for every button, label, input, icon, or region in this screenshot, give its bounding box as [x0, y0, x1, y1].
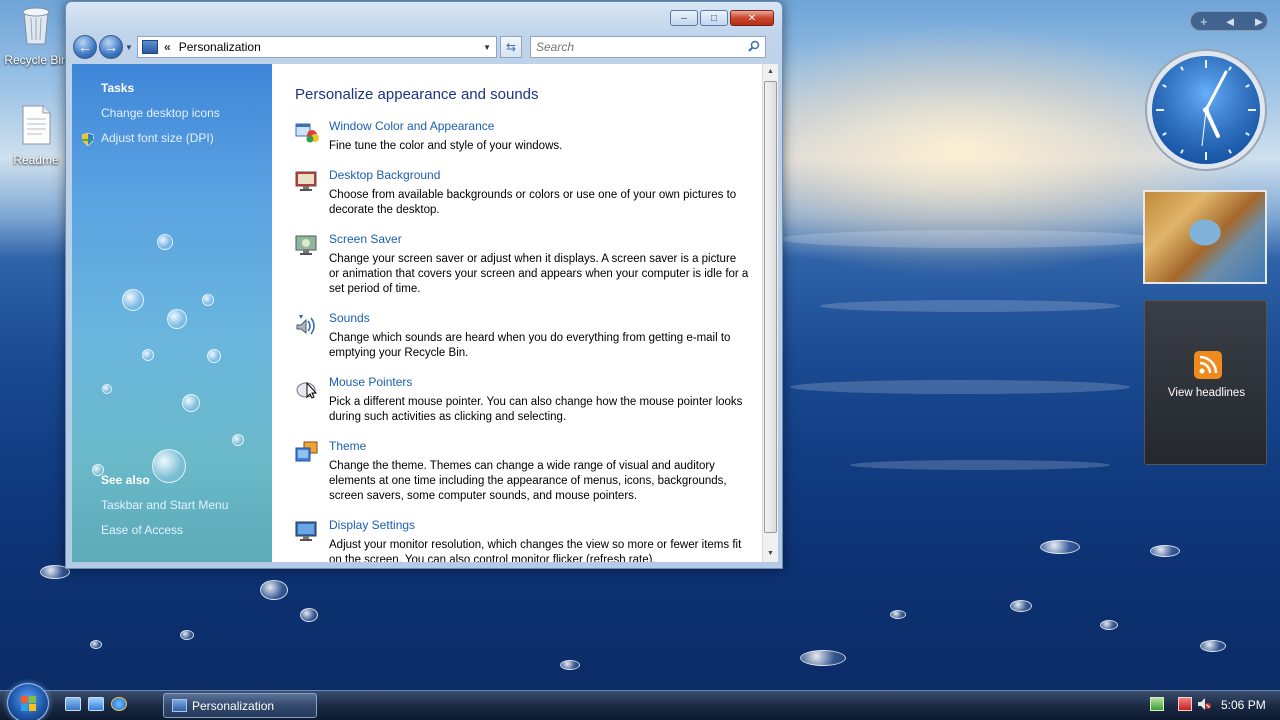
document-icon	[22, 105, 51, 145]
feed-headlines-gadget[interactable]: View headlines	[1144, 300, 1267, 465]
window-controls: – □ ✕	[670, 10, 774, 26]
scroll-thumb[interactable]	[764, 81, 777, 533]
list-item-sounds: Sounds Change which sounds are heard whe…	[295, 311, 750, 361]
address-dropdown-icon[interactable]: ▼	[483, 43, 491, 52]
recent-pages-dropdown[interactable]: ▼	[125, 43, 135, 52]
search-icon[interactable]	[748, 40, 760, 52]
item-description: Fine tune the color and style of your wi…	[329, 140, 563, 152]
item-description: Pick a different mouse pointer. You can …	[329, 396, 743, 423]
breadcrumb-personalization[interactable]: Personalization	[179, 40, 261, 54]
list-item-window-color: Window Color and Appearance Fine tune th…	[295, 119, 750, 159]
list-item-desktop-background: Desktop Background Choose from available…	[295, 168, 750, 218]
refresh-icon: ⇆	[505, 40, 517, 54]
adjust-font-size-link[interactable]: Adjust font size (DPI)	[101, 131, 214, 145]
control-panel-icon	[172, 699, 187, 712]
list-item-screen-saver: Screen Saver Change your screen saver or…	[295, 232, 750, 296]
sounds-icon	[296, 315, 315, 335]
mouse-pointers-icon	[296, 381, 318, 399]
sounds-link[interactable]: Sounds	[329, 311, 370, 325]
tasks-pane: Tasks Change desktop icons Adjust font s…	[72, 64, 272, 562]
taskbar-button-personalization[interactable]: Personalization	[163, 693, 317, 718]
screen-saver-link[interactable]: Screen Saver	[329, 232, 402, 246]
network-tray-icon[interactable]	[1150, 697, 1164, 711]
add-gadget-button[interactable]: +	[1200, 14, 1208, 29]
screen-saver-icon	[295, 235, 317, 255]
personalization-window: – □ ✕ ← → ▼ « Personalization ▼ ⇆ Search…	[65, 1, 783, 569]
item-description: Change the theme. Themes can change a wi…	[329, 460, 727, 502]
scroll-up-icon[interactable]: ▲	[767, 68, 774, 75]
rss-feed-icon	[1194, 351, 1222, 379]
sidebar-gadget-controls: + ◄ ►	[1190, 11, 1268, 31]
item-description: Change your screen saver or adjust when …	[329, 253, 749, 295]
internet-explorer-icon[interactable]	[111, 697, 127, 711]
list-item-mouse-pointers: Mouse Pointers Pick a different mouse po…	[295, 375, 750, 425]
refresh-button[interactable]: ⇆	[500, 36, 522, 58]
list-item-theme: Theme Change the theme. Themes can chang…	[295, 439, 750, 503]
desktop-icon-readme[interactable]: Readme	[1, 104, 71, 167]
previous-gadget-button[interactable]: ◄	[1224, 14, 1237, 29]
page-title: Personalize appearance and sounds	[295, 86, 539, 103]
slideshow-gadget[interactable]	[1143, 190, 1267, 284]
theme-icon	[295, 441, 318, 462]
ease-of-access-link[interactable]: Ease of Access	[101, 523, 183, 537]
change-desktop-icons-link[interactable]: Change desktop icons	[101, 106, 220, 120]
recycle-bin-icon	[22, 7, 50, 45]
breadcrumb-overflow[interactable]: «	[164, 40, 171, 54]
display-settings-link[interactable]: Display Settings	[329, 518, 415, 532]
item-description: Change which sounds are heard when you d…	[329, 332, 731, 359]
navigation-bar: ← → ▼ « Personalization ▼ ⇆	[73, 34, 774, 60]
window-color-icon	[295, 123, 319, 143]
item-description: Choose from available backgrounds or col…	[329, 189, 737, 216]
scroll-down-icon[interactable]: ▼	[767, 550, 774, 557]
taskbar-button-label: Personalization	[192, 698, 275, 713]
desktop-background-icon	[295, 171, 317, 191]
display-settings-icon	[295, 521, 317, 541]
search-input[interactable]	[536, 40, 736, 54]
desktop-background-link[interactable]: Desktop Background	[329, 168, 440, 182]
list-item-display-settings: Display Settings Adjust your monitor res…	[295, 518, 750, 562]
maximize-button[interactable]: □	[700, 10, 728, 26]
forward-button[interactable]: →	[99, 35, 123, 59]
volume-muted-icon[interactable]	[1197, 697, 1211, 711]
desktop-icon-label: Readme	[13, 153, 59, 167]
taskbar-clock[interactable]: 5:06 PM	[1221, 698, 1266, 712]
security-alert-tray-icon[interactable]	[1178, 697, 1192, 711]
back-button[interactable]: ←	[73, 35, 97, 59]
uac-shield-icon	[82, 133, 94, 146]
mouse-pointers-link[interactable]: Mouse Pointers	[329, 375, 412, 389]
minimize-button[interactable]: –	[670, 10, 698, 26]
close-button[interactable]: ✕	[730, 10, 774, 26]
view-headlines-label[interactable]: View headlines	[1145, 387, 1268, 399]
main-content: Personalize appearance and sounds Window…	[272, 64, 762, 562]
desktop-icon-label: Recycle Bin	[4, 53, 68, 67]
window-color-link[interactable]: Window Color and Appearance	[329, 119, 494, 133]
theme-link[interactable]: Theme	[329, 439, 366, 453]
taskbar-start-menu-link[interactable]: Taskbar and Start Menu	[101, 498, 228, 512]
vertical-scrollbar[interactable]: ▲ ▼	[762, 64, 778, 562]
search-box[interactable]	[530, 36, 766, 58]
address-bar[interactable]: « Personalization ▼	[137, 36, 497, 58]
windows-logo-icon	[21, 696, 36, 711]
start-button[interactable]	[7, 683, 49, 720]
show-desktop-icon[interactable]	[65, 697, 81, 711]
item-description: Adjust your monitor resolution, which ch…	[329, 539, 742, 562]
switch-windows-icon[interactable]	[88, 697, 104, 711]
tasks-heading: Tasks	[101, 81, 135, 95]
desktop-icon-recycle-bin[interactable]: Recycle Bin	[1, 4, 71, 67]
control-panel-icon	[142, 40, 158, 54]
next-gadget-button[interactable]: ►	[1252, 14, 1265, 29]
see-also-heading: See also	[101, 473, 150, 487]
clock-gadget[interactable]	[1144, 48, 1268, 172]
